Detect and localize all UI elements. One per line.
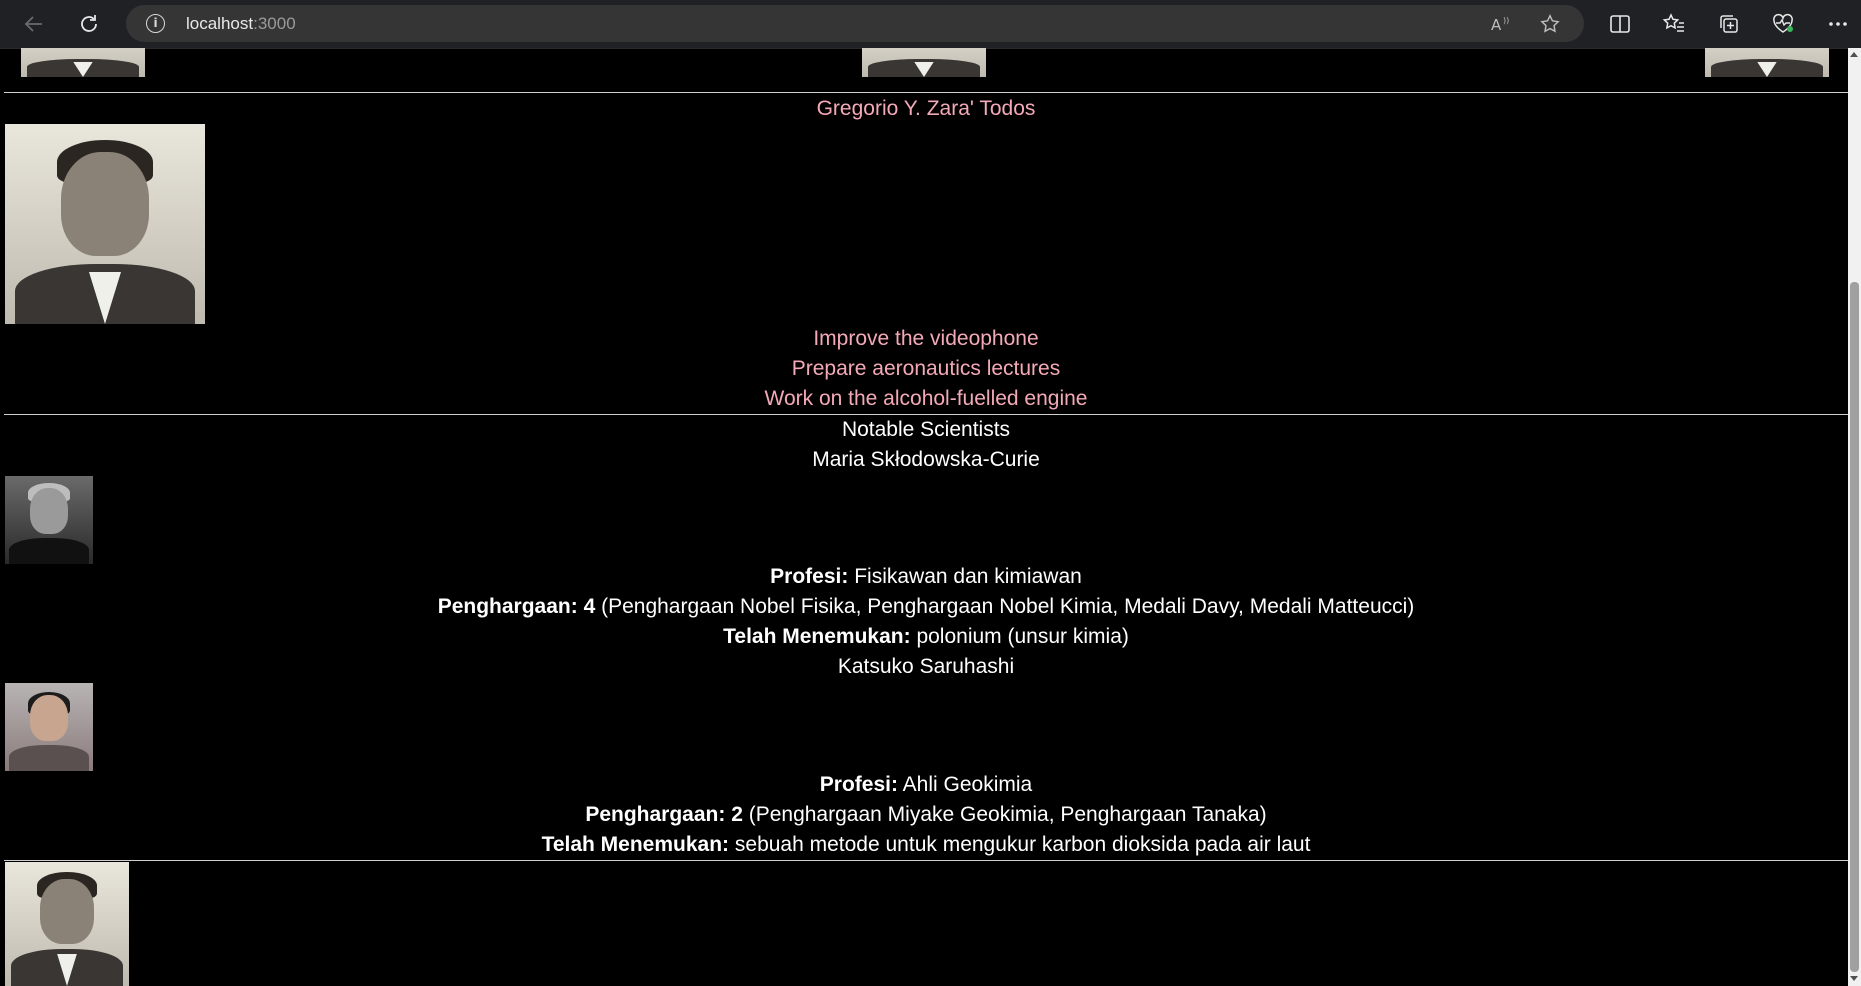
refresh-button[interactable]: [73, 8, 105, 40]
scrollbar-thumb[interactable]: [1850, 282, 1859, 972]
scientist-photo-saruhashi: [5, 683, 93, 771]
info-icon[interactable]: i: [146, 14, 165, 33]
gregorio-zara-portrait: [5, 124, 205, 324]
portrait-suit: [9, 744, 89, 771]
scientist-awards: Penghargaan: 2 (Penghargaan Miyake Geoki…: [4, 800, 1848, 830]
refresh-icon: [81, 15, 97, 32]
profession-value: Fisikawan dan kimiawan: [854, 565, 1082, 588]
portrait-image: [5, 862, 129, 986]
portrait-face: [39, 879, 95, 944]
scientist-discovery: Telah Menemukan: sebuah metode untuk men…: [4, 830, 1848, 860]
profession-label: Profesi:: [770, 565, 849, 588]
svg-text:A: A: [1491, 16, 1502, 34]
collections-icon: [1720, 15, 1738, 33]
discovery-label: Telah Menemukan:: [541, 833, 730, 856]
portrait-face: [29, 695, 69, 742]
awards-value: (Penghargaan Miyake Geokimia, Penghargaa…: [748, 803, 1267, 826]
scroll-down-icon[interactable]: [1850, 976, 1858, 981]
star-icon[interactable]: [1537, 11, 1563, 37]
scientist-photo-curie: [5, 476, 93, 564]
address-bar[interactable]: i localhost:3000 A)): [126, 5, 1584, 42]
svg-text:)): )): [1503, 16, 1509, 25]
more-button[interactable]: [1822, 8, 1854, 40]
divider: [4, 860, 1848, 861]
awards-value: (Penghargaan Nobel Fisika, Penghargaan N…: [601, 595, 1415, 618]
awards-label: Penghargaan: 4: [437, 595, 596, 618]
portrait-image: [21, 48, 145, 77]
scientist-profession: Profesi: Ahli Geokimia: [4, 770, 1848, 800]
more-icon: [1829, 22, 1847, 26]
todo-item: Work on the alcohol-fuelled engine: [764, 387, 1088, 410]
url-port: :3000: [253, 14, 296, 33]
vertical-scrollbar[interactable]: [1848, 48, 1861, 986]
url-host: localhost: [186, 14, 254, 33]
scientist-name: Maria Skłodowska-Curie: [812, 448, 1040, 471]
scientist-awards: Penghargaan: 4 (Penghargaan Nobel Fisika…: [4, 592, 1848, 622]
favorites-icon: [1662, 13, 1684, 32]
scientist-name: Katsuko Saruhashi: [837, 655, 1015, 678]
split-screen-button[interactable]: [1604, 8, 1636, 40]
scroll-up-icon[interactable]: [1850, 52, 1858, 57]
portrait-image: [1705, 48, 1829, 77]
portrait-face: [61, 152, 149, 256]
todo-heading: Gregorio Y. Zara' Todos: [816, 97, 1036, 120]
split-screen-icon: [1610, 15, 1630, 33]
discovery-label: Telah Menemukan:: [723, 625, 911, 648]
discovery-value: polonium (unsur kimia): [916, 625, 1129, 648]
divider: [4, 92, 1848, 93]
portrait-suit: [9, 537, 89, 564]
page-viewport: Gregorio Y. Zara' Todos Improve the vide…: [0, 48, 1848, 986]
browser-toolbar: i localhost:3000 A)): [0, 0, 1861, 49]
scientist-profession: Profesi: Fisikawan dan kimiawan: [4, 562, 1848, 592]
collections-button[interactable]: [1713, 8, 1745, 40]
browser-essentials-button[interactable]: [1767, 8, 1799, 40]
todo-item: Prepare aeronautics lectures: [791, 357, 1061, 380]
awards-label: Penghargaan: 2: [585, 803, 743, 826]
todo-item: Improve the videophone: [813, 327, 1039, 350]
profession-value: Ahli Geokimia: [902, 773, 1033, 796]
read-aloud-icon[interactable]: A)): [1488, 11, 1514, 37]
portrait-face: [29, 488, 69, 535]
discovery-value: sebuah metode untuk mengukur karbon diok…: [734, 833, 1311, 856]
browser-essentials-icon: [1773, 13, 1793, 33]
url-text[interactable]: localhost:3000: [186, 14, 296, 34]
back-arrow-icon: [24, 16, 42, 32]
back-button[interactable]: [18, 8, 50, 40]
scientists-heading: Notable Scientists: [841, 418, 1011, 441]
profession-label: Profesi:: [819, 773, 898, 796]
scientist-discovery: Telah Menemukan: polonium (unsur kimia): [4, 622, 1848, 652]
favorites-button[interactable]: [1658, 8, 1690, 40]
portrait-image: [862, 48, 986, 77]
